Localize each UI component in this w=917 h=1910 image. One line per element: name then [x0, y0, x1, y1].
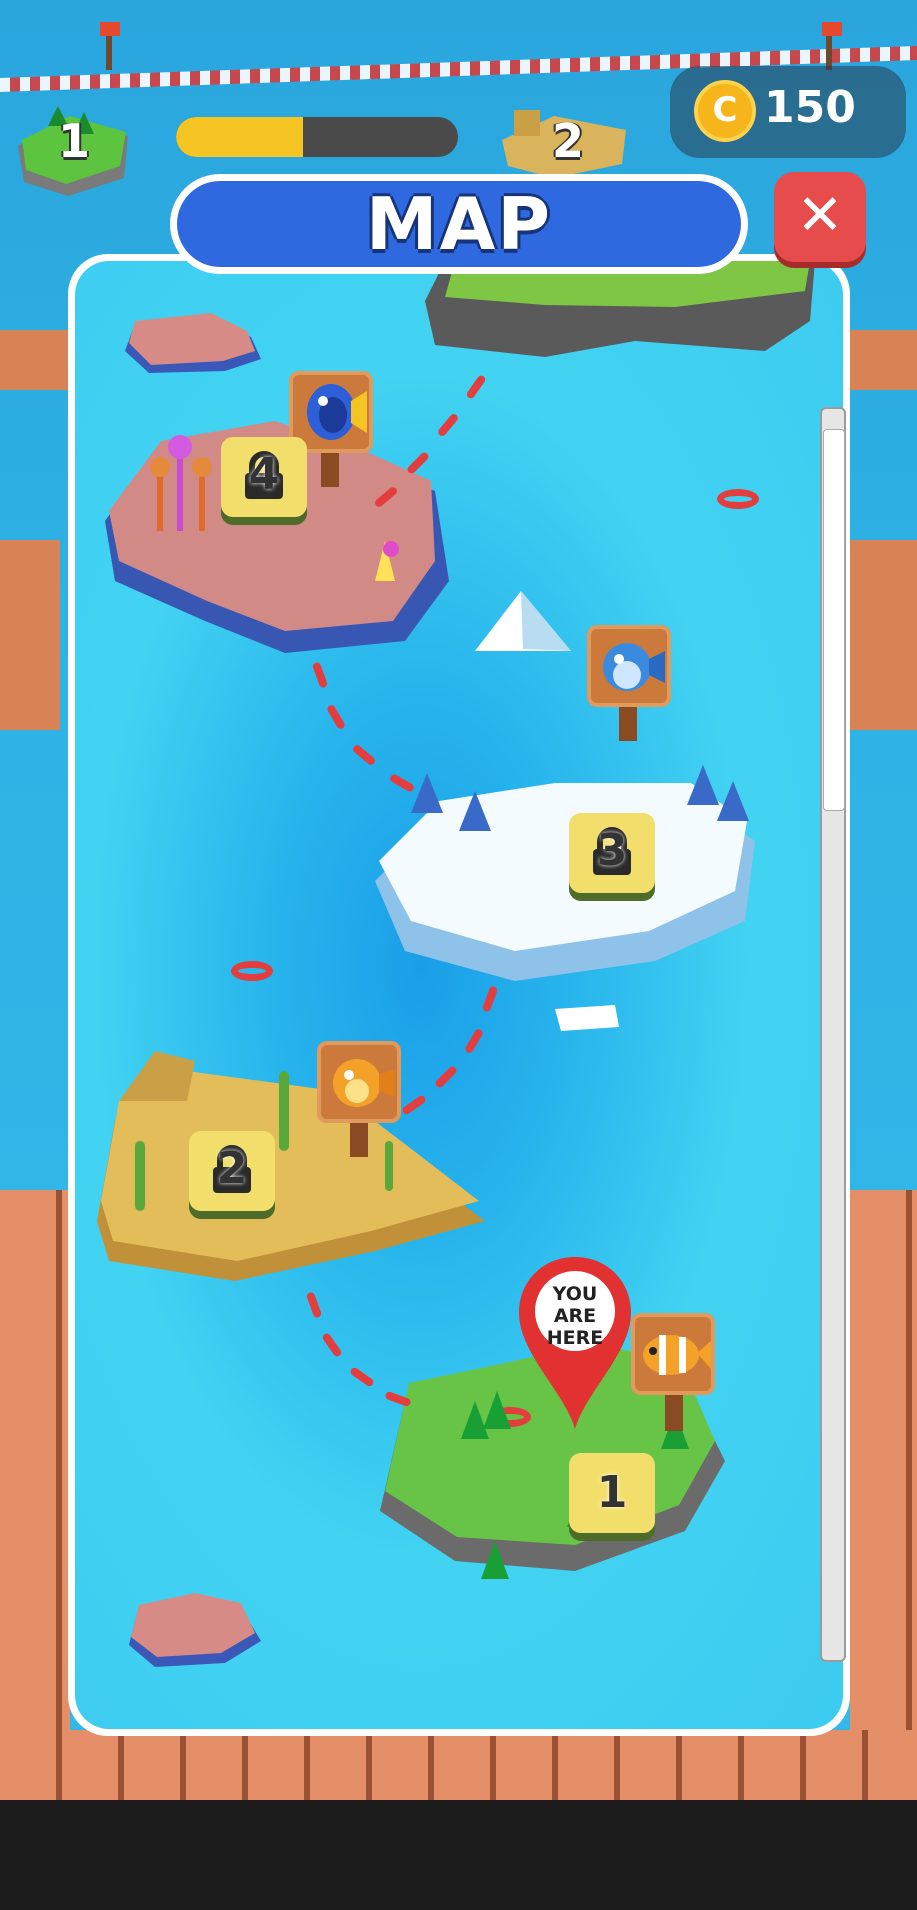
tree	[483, 1391, 511, 1429]
level-progress-fill	[176, 117, 303, 157]
level-1-number: 1	[596, 1467, 628, 1518]
map-scrollbar[interactable]	[820, 407, 846, 1662]
level-progress-bar	[176, 117, 458, 157]
bottom-bar	[0, 1800, 917, 1910]
fish-sign-blue-pufferfish	[587, 625, 671, 707]
dock-right-middle	[850, 540, 917, 730]
dock-left-upper	[0, 330, 70, 390]
clownfish-icon	[643, 1335, 711, 1375]
fish-sign-clownfish	[631, 1313, 715, 1395]
snow-tree	[717, 781, 749, 821]
you-are-here-line1: YOU ARE	[552, 1283, 598, 1327]
orange-pufferfish-icon	[333, 1059, 395, 1107]
tree	[481, 1541, 509, 1579]
coin-amount: 150	[764, 82, 856, 133]
current-level-number: 1	[58, 114, 91, 168]
fish-sign-orange-pufferfish	[317, 1041, 401, 1123]
level-2-number: 2	[216, 1143, 248, 1194]
map-view[interactable]: 4 3 2 1 YOU ARE HERE	[75, 261, 843, 1729]
life-ring	[231, 961, 273, 981]
game-scene: 1 2 C 150 4 3 2 1 YOU ARE HERE MAP ✕	[0, 0, 917, 1800]
snow-tree	[459, 791, 491, 831]
dock-bottom	[0, 1730, 917, 1800]
dock-right-upper	[848, 330, 917, 390]
map-title-bar: MAP	[170, 174, 748, 274]
you-are-here-label: YOU ARE HERE	[539, 1283, 611, 1349]
map-artwork	[97, 261, 815, 1667]
signpost	[665, 1391, 683, 1431]
dock-left-middle	[0, 540, 60, 730]
next-level-number: 2	[552, 114, 585, 168]
snow-tree	[687, 765, 719, 805]
dock-left-lower	[0, 1190, 70, 1800]
level-3-locked-button[interactable]: 3	[569, 813, 655, 893]
flag-right	[822, 22, 842, 36]
you-are-here-line2: HERE	[546, 1327, 604, 1349]
map-scrollbar-thumb[interactable]	[823, 429, 845, 811]
flag-left	[100, 22, 120, 36]
life-ring	[717, 489, 759, 509]
map-title: MAP	[177, 181, 741, 267]
blue-pufferfish-icon	[603, 643, 665, 691]
close-button[interactable]: ✕	[774, 172, 866, 262]
level-4-number: 4	[248, 449, 280, 500]
coin-counter: C 150	[670, 66, 906, 158]
snow-tree	[411, 773, 443, 813]
level-1-button[interactable]: 1	[569, 1453, 655, 1533]
level-3-number: 3	[596, 825, 628, 876]
map-panel: 4 3 2 1 YOU ARE HERE	[68, 254, 850, 1736]
dock-right-lower	[850, 1190, 917, 1800]
level-2-locked-button[interactable]: 2	[189, 1131, 275, 1211]
level-4-locked-button[interactable]: 4	[221, 437, 307, 517]
coin-icon: C	[694, 80, 756, 142]
